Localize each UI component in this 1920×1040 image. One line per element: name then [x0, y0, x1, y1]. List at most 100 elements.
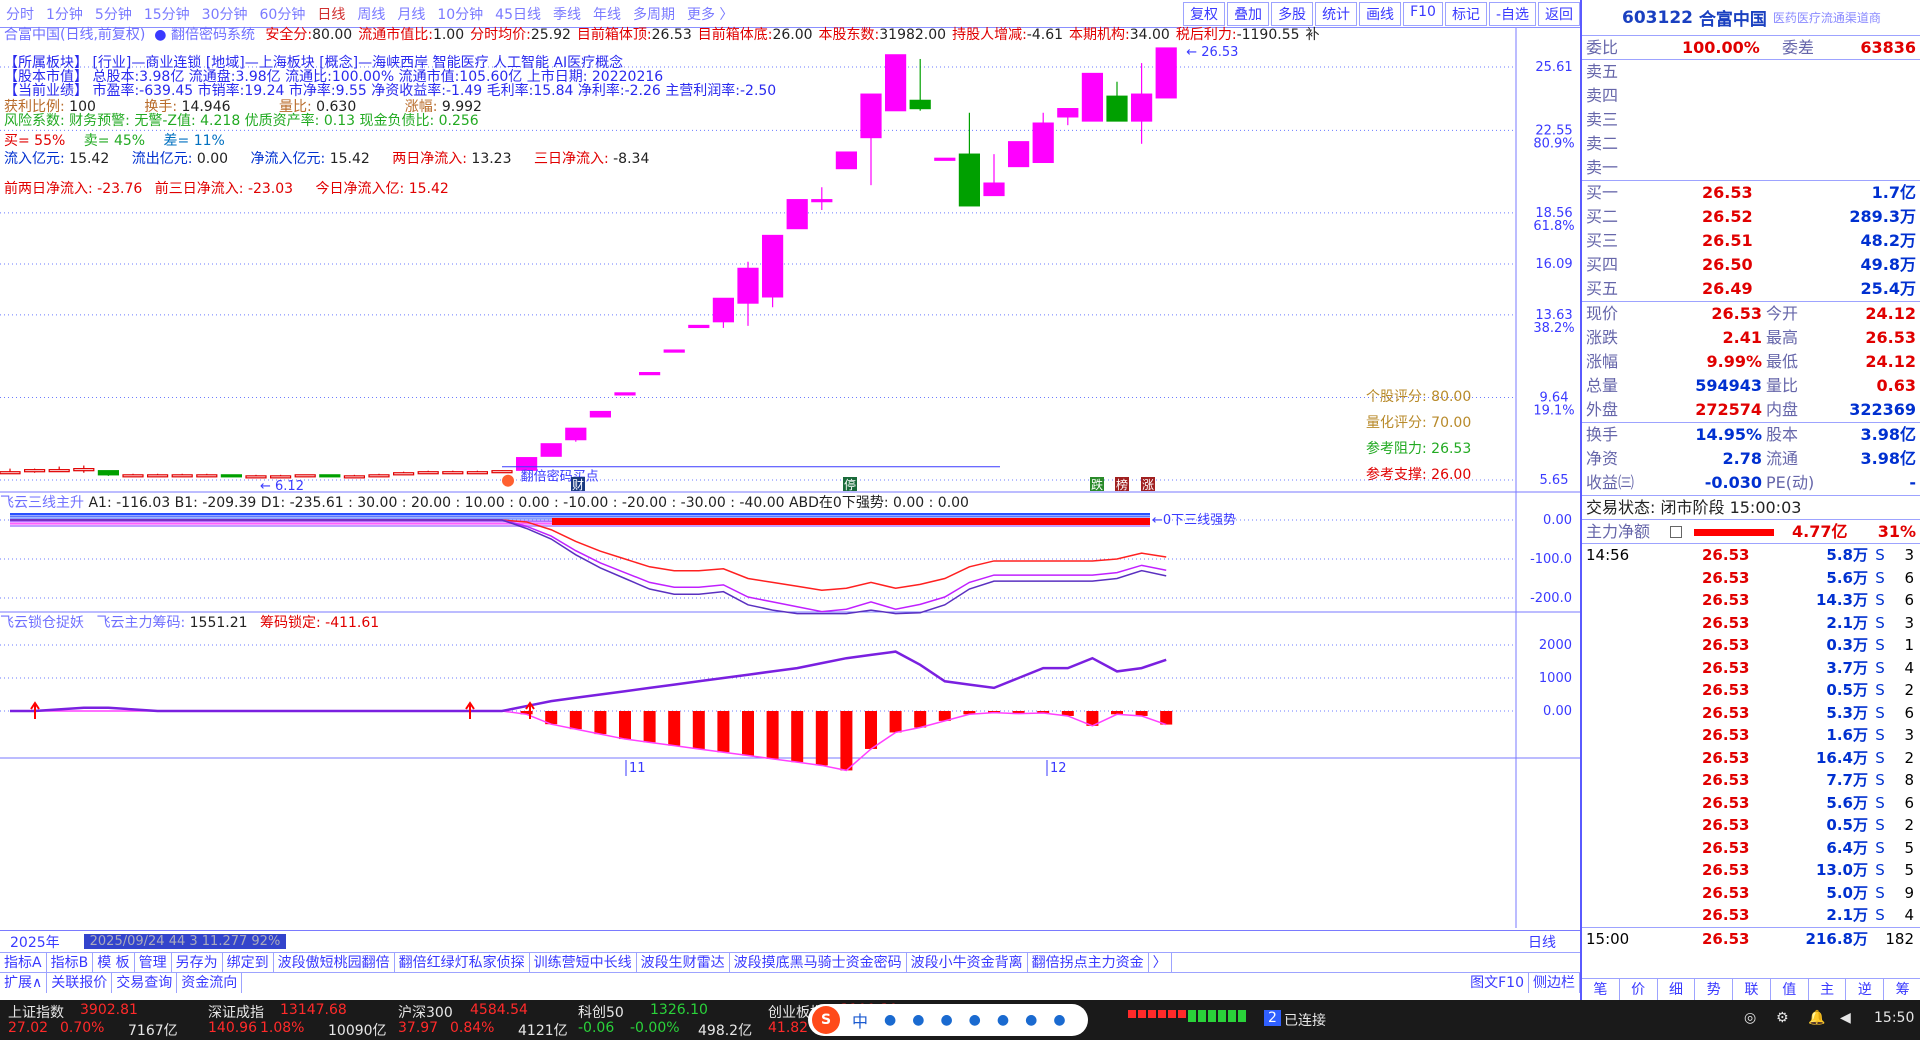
indicator-tab-4[interactable]: 另存为	[172, 952, 223, 973]
tick-list[interactable]: 14:56 26.53 5.8万 S 3 26.53 5.6万 S 6 26.53 14.3万 S 6 2…	[1582, 544, 1920, 949]
period-8[interactable]: 月线	[391, 4, 431, 24]
period-3[interactable]: 15分钟	[138, 4, 196, 24]
period-6[interactable]: 日线	[311, 4, 351, 24]
bell-icon[interactable]: 🔔	[1808, 1010, 1825, 1026]
candle	[761, 234, 784, 308]
dot-icon[interactable]: ●	[884, 1012, 896, 1028]
index-name[interactable]: 沪深300	[398, 1002, 453, 1022]
ime-mode[interactable]: 中	[852, 1008, 868, 1032]
indicator-tab-6[interactable]: 波段傲短桃园翻倍	[274, 952, 395, 973]
indicator-tab-12[interactable]: 翻倍拐点主力资金	[1028, 952, 1149, 973]
grid-icon[interactable]: ●	[1025, 1012, 1037, 1028]
tick-volume: 13.0万	[1815, 861, 1868, 879]
side-tab-1[interactable]: 侧边栏	[1529, 972, 1580, 993]
right-tab-5[interactable]: 值	[1771, 979, 1809, 1000]
tool-button-4[interactable]: 画线	[1359, 2, 1402, 26]
shirt-icon[interactable]: ●	[997, 1012, 1009, 1028]
period-11[interactable]: 季线	[547, 4, 587, 24]
index-pct: 1.08%	[260, 1020, 305, 1036]
diff-pct: 差= 11%	[163, 133, 225, 149]
score-label: 参考阻力:	[1366, 441, 1427, 457]
tick-row: 26.53 5.3万 S 6	[1582, 702, 1920, 725]
indicator-tab-10[interactable]: 波段摸底黑马骑士资金密码	[730, 952, 907, 973]
tick-side: S	[1875, 703, 1885, 722]
right-tab-4[interactable]: 联	[1733, 979, 1771, 1000]
index-name[interactable]: 上证指数	[8, 1002, 64, 1022]
period-4[interactable]: 30分钟	[196, 4, 254, 24]
indicator-tab-9[interactable]: 波段生财雷达	[637, 952, 730, 973]
indicator-tab-0[interactable]: 指标A	[0, 952, 47, 973]
tick-price: 26.53	[1702, 681, 1750, 699]
tool-icon[interactable]: ●	[1053, 1012, 1065, 1028]
quote-row: 涨跌 2.41 最高 26.53	[1582, 326, 1920, 350]
indicator-tab-8[interactable]: 训练营短中长线	[530, 952, 637, 973]
period-2[interactable]: 5分钟	[89, 4, 138, 24]
tick-volume: 16.4万	[1815, 748, 1868, 767]
extension-tab-1[interactable]: 关联报价	[47, 972, 113, 993]
period-10[interactable]: 45日线	[489, 4, 547, 24]
indicator-tab-2[interactable]: 模 板	[93, 952, 135, 973]
right-tab-0[interactable]: 笔	[1582, 979, 1620, 1000]
side-tab-0[interactable]: 图文F10	[1466, 972, 1529, 993]
indicator-tab-13[interactable]: 〉	[1149, 952, 1172, 973]
ime-toolbar[interactable]: S 中 ● ● ● ● ● ● ●	[808, 1004, 1088, 1036]
index-name[interactable]: 科创50	[578, 1002, 624, 1022]
meter-bar	[1178, 1010, 1186, 1018]
volume-icon[interactable]: ◀	[1840, 1010, 1851, 1026]
sell-level-label: 卖三	[1586, 110, 1619, 129]
indicator-tab-5[interactable]: 绑定到	[223, 952, 274, 973]
indicator1-header: 飞云三线主升 A1: -116.03 B1: -209.39 D1: -235.…	[0, 492, 969, 512]
period-14[interactable]: 更多 〉	[681, 4, 739, 24]
list-icon[interactable]	[1670, 526, 1682, 538]
buy-point-icon	[502, 474, 514, 487]
period-12[interactable]: 年线	[587, 4, 627, 24]
quote-label: 涨跌	[1586, 328, 1619, 347]
period-9[interactable]: 10分钟	[431, 4, 489, 24]
right-tab-3[interactable]: 势	[1695, 979, 1734, 1000]
keyboard-icon[interactable]: ●	[969, 1012, 981, 1028]
index-value: 13147.68	[280, 1002, 347, 1018]
tick-price: 26.53	[1702, 838, 1750, 857]
emoji-icon[interactable]: ●	[912, 1012, 924, 1028]
line1-stat-label: 分时均价:	[470, 27, 531, 43]
headset-icon[interactable]: ◎	[1744, 1010, 1756, 1026]
candle	[220, 474, 242, 478]
indicator-tab-1[interactable]: 指标B	[47, 952, 94, 973]
stock-code: 603122	[1622, 7, 1693, 28]
extension-tab-2[interactable]: 交易查询	[112, 972, 178, 993]
tool-button-1[interactable]: 叠加	[1227, 2, 1270, 26]
tool-button-6[interactable]: 标记	[1444, 2, 1487, 26]
quote-label: 涨幅	[1586, 352, 1619, 371]
indicator-tab-7[interactable]: 翻倍红绿灯私家侦探	[395, 952, 530, 973]
right-tab-7[interactable]: 逆	[1846, 979, 1885, 1000]
index-pct: 0.70%	[60, 1020, 105, 1036]
quote-value: 0.63	[1876, 376, 1916, 395]
period-1[interactable]: 1分钟	[40, 4, 89, 24]
tool-button-8[interactable]: 返回	[1538, 2, 1580, 26]
right-tab-6[interactable]: 主	[1809, 979, 1847, 1000]
tool-button-3[interactable]: 统计	[1315, 2, 1358, 26]
flow-line-2: 前两日净流入: -23.76 前三日净流入: -23.03 今日净流入亿: 15…	[4, 178, 449, 198]
period-0[interactable]: 分时	[0, 4, 40, 24]
tool-button-5[interactable]: F10	[1403, 2, 1443, 26]
period-5[interactable]: 60分钟	[254, 4, 312, 24]
indicator-tab-3[interactable]: 管理	[135, 952, 172, 973]
indicator-tab-11[interactable]: 波段小牛资金背离	[907, 952, 1028, 973]
index-change: 140.96	[208, 1020, 257, 1036]
quote-value: 3.98亿	[1860, 425, 1916, 444]
right-tab-8[interactable]: 筹	[1884, 979, 1920, 1000]
period-7[interactable]: 周线	[351, 4, 391, 24]
tool-button-7[interactable]: -自选	[1488, 2, 1536, 26]
tool-button-2[interactable]: 多股	[1271, 2, 1314, 26]
buy-level: 买三 26.51 48.2万	[1582, 229, 1920, 253]
extension-tab-0[interactable]: 扩展∧	[0, 972, 48, 993]
settings-icon[interactable]: ⚙	[1776, 1010, 1789, 1026]
extension-tab-3[interactable]: 资金流向	[177, 972, 243, 993]
right-tab-2[interactable]: 细	[1658, 979, 1696, 1000]
tick-side: S	[1875, 861, 1885, 879]
index-name[interactable]: 深证成指	[208, 1002, 264, 1022]
tool-button-0[interactable]: 复权	[1183, 2, 1226, 26]
mic-icon[interactable]: ●	[940, 1012, 952, 1028]
right-tab-1[interactable]: 价	[1620, 979, 1658, 1000]
period-13[interactable]: 多周期	[627, 4, 681, 24]
